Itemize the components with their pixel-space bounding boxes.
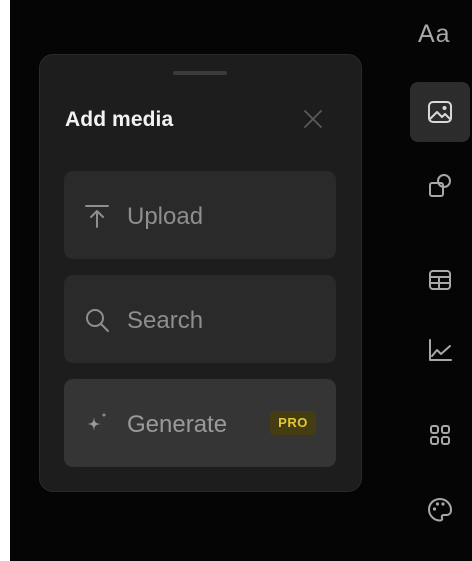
upload-icon (85, 205, 109, 228)
chart-tool-button[interactable] (410, 320, 470, 380)
image-icon (428, 101, 452, 123)
sparkle-icon (87, 412, 107, 431)
table-tool-button[interactable] (410, 250, 470, 310)
shapes-icon (429, 174, 451, 197)
pro-badge: PRO (270, 411, 316, 435)
palette-tool-button[interactable] (410, 480, 470, 540)
search-label: Search (127, 307, 204, 334)
grid-tool-button[interactable] (410, 405, 470, 465)
panel-title: Add media (65, 108, 174, 131)
shapes-tool-button[interactable] (410, 156, 470, 216)
close-icon[interactable] (301, 107, 325, 131)
generate-label: Generate (127, 411, 228, 438)
text-tool-button[interactable]: Aa (410, 10, 470, 70)
chart-icon (429, 339, 452, 361)
search-button[interactable]: Search (64, 275, 336, 363)
palette-icon (428, 498, 452, 522)
media-tool-button[interactable] (410, 82, 470, 142)
search-icon (86, 309, 109, 332)
table-icon (429, 270, 451, 290)
upload-button[interactable]: Upload (64, 171, 336, 259)
text-tool-label: Aa (418, 20, 451, 48)
grid-icon (430, 425, 450, 445)
drag-handle[interactable] (173, 71, 227, 75)
upload-label: Upload (127, 203, 204, 230)
generate-button[interactable]: Generate PRO (64, 379, 336, 467)
